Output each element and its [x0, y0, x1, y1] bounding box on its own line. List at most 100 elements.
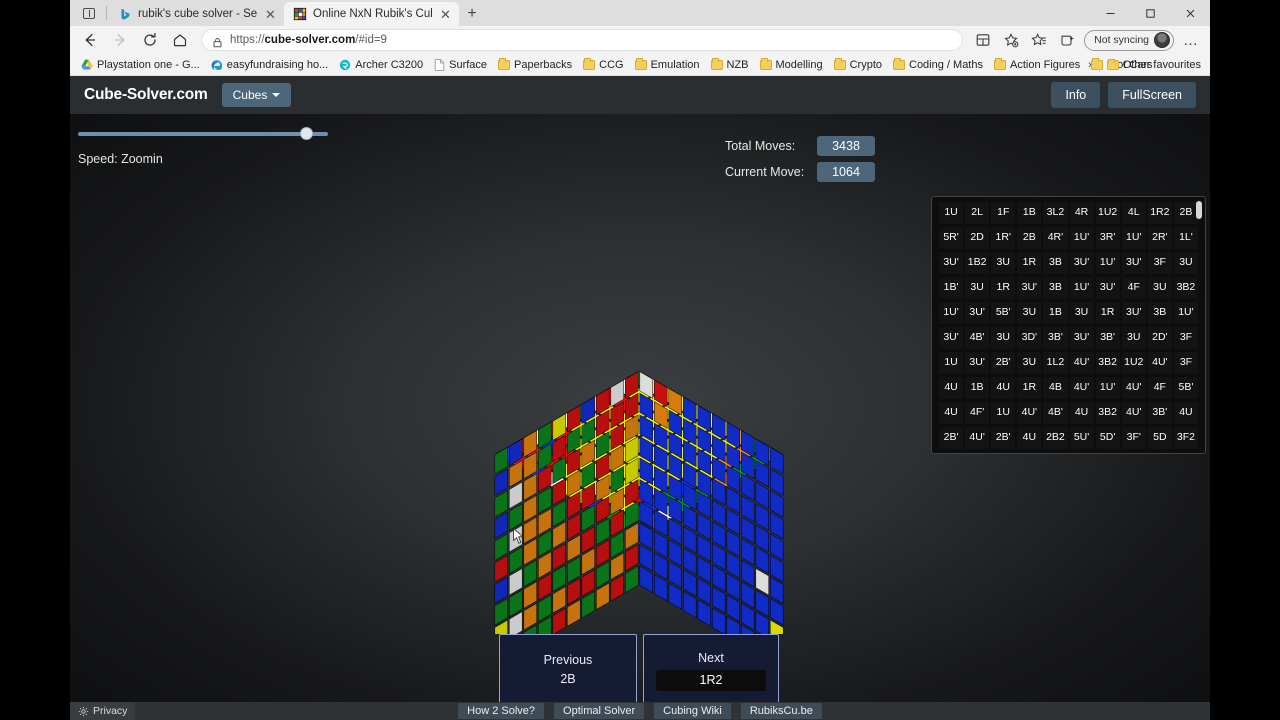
- profile-button[interactable]: Not syncing: [1084, 29, 1174, 51]
- move-cell[interactable]: 1U': [939, 302, 964, 324]
- back-button[interactable]: [76, 27, 104, 53]
- move-cell[interactable]: 3U': [939, 252, 964, 274]
- move-cell[interactable]: 4R': [1043, 227, 1068, 249]
- move-list-panel[interactable]: 1U 2L 1F 1B 3L2 4R 1U2 4L 1R2 2B 5R' 2D 1R' 2B 4R' 1U' 3…: [931, 196, 1206, 454]
- move-cell[interactable]: 3B': [1147, 402, 1172, 424]
- move-cell[interactable]: 1U': [1069, 277, 1094, 299]
- move-cell[interactable]: 4U': [1069, 377, 1094, 399]
- bookmark-folder[interactable]: NZB: [706, 58, 754, 72]
- move-cell[interactable]: 3B2: [1173, 277, 1198, 299]
- move-cell[interactable]: 1U: [939, 352, 964, 374]
- move-cell[interactable]: 3B2: [1095, 402, 1120, 424]
- bookmark-folder[interactable]: Action Figures: [989, 58, 1085, 72]
- move-cell[interactable]: 2R': [1147, 227, 1172, 249]
- move-cell[interactable]: 1B2: [965, 252, 990, 274]
- minimize-button[interactable]: [1090, 0, 1130, 26]
- bookmark-folder[interactable]: Modelling: [755, 58, 828, 72]
- reload-button[interactable]: [136, 27, 164, 53]
- footer-link-how-2-solve[interactable]: How 2 Solve?: [458, 703, 545, 719]
- move-cell[interactable]: 3U: [965, 277, 990, 299]
- move-cell[interactable]: 5D': [1095, 427, 1120, 449]
- move-cell[interactable]: 1U': [1095, 377, 1120, 399]
- info-button[interactable]: Info: [1051, 82, 1101, 108]
- move-cell[interactable]: 3U: [991, 252, 1016, 274]
- move-cell[interactable]: 3U: [1017, 302, 1042, 324]
- bookmark-folder[interactable]: Emulation: [630, 58, 705, 72]
- move-cell[interactable]: 3F: [1173, 327, 1198, 349]
- move-cell[interactable]: 1R2: [1147, 202, 1172, 224]
- move-cell[interactable]: 3B: [1147, 302, 1172, 324]
- move-cell[interactable]: 4B': [965, 327, 990, 349]
- move-cell[interactable]: 2B: [1173, 202, 1198, 224]
- move-cell[interactable]: 4U': [1069, 352, 1094, 374]
- move-cell[interactable]: 4B': [1043, 402, 1068, 424]
- bookmark-item[interactable]: Surface: [429, 58, 492, 72]
- move-cell[interactable]: 1U': [1069, 227, 1094, 249]
- speed-slider[interactable]: [78, 127, 328, 140]
- new-tab-button[interactable]: +: [459, 2, 485, 26]
- move-cell[interactable]: 1U: [939, 202, 964, 224]
- chevron-right-icon[interactable]: ›: [1083, 59, 1097, 71]
- move-list-scrollbar[interactable]: [1196, 201, 1202, 453]
- move-cell[interactable]: 4U: [1017, 427, 1042, 449]
- move-cell[interactable]: 3L2: [1043, 202, 1068, 224]
- move-cell[interactable]: 1U': [1121, 227, 1146, 249]
- move-cell[interactable]: 3B2: [1095, 352, 1120, 374]
- move-cell[interactable]: 5R': [939, 227, 964, 249]
- move-cell[interactable]: 3U: [1147, 277, 1172, 299]
- move-cell[interactable]: 5B': [991, 302, 1016, 324]
- move-cell[interactable]: 3U': [965, 302, 990, 324]
- close-button[interactable]: [1170, 0, 1210, 26]
- move-cell[interactable]: 3F: [1173, 352, 1198, 374]
- cubes-dropdown-button[interactable]: Cubes: [221, 83, 292, 107]
- move-cell[interactable]: 3B: [1043, 252, 1068, 274]
- bookmark-folder[interactable]: CCG: [578, 58, 628, 72]
- move-cell[interactable]: 4F: [1121, 277, 1146, 299]
- move-cell[interactable]: 4U: [1069, 402, 1094, 424]
- move-cell[interactable]: 1L2: [1043, 352, 1068, 374]
- move-cell[interactable]: 4B: [1043, 377, 1068, 399]
- move-cell[interactable]: 3B': [1043, 327, 1068, 349]
- move-cell[interactable]: 4U': [1121, 377, 1146, 399]
- move-cell[interactable]: 1F: [991, 202, 1016, 224]
- move-cell[interactable]: 3U': [1121, 252, 1146, 274]
- move-cell[interactable]: 5U': [1069, 427, 1094, 449]
- move-cell[interactable]: 2L: [965, 202, 990, 224]
- move-cell[interactable]: 3U': [1069, 327, 1094, 349]
- bookmark-folder[interactable]: Coding / Maths: [888, 58, 988, 72]
- home-button[interactable]: [166, 27, 194, 53]
- tab-close-icon[interactable]: ✕: [263, 7, 278, 22]
- move-cell[interactable]: 1U': [1173, 302, 1198, 324]
- footer-link-cubing-wiki[interactable]: Cubing Wiki: [654, 703, 731, 719]
- move-cell[interactable]: 3F': [1121, 427, 1146, 449]
- move-cell[interactable]: 1U2: [1095, 202, 1120, 224]
- move-cell[interactable]: 1U2: [1121, 352, 1146, 374]
- settings-more-icon[interactable]: …: [1178, 28, 1204, 52]
- move-cell[interactable]: 4U: [939, 402, 964, 424]
- move-cell[interactable]: 1B: [1017, 202, 1042, 224]
- move-cell[interactable]: 2B2: [1043, 427, 1068, 449]
- bookmark-folder[interactable]: Crypto: [829, 58, 887, 72]
- move-cell[interactable]: 3U': [1121, 302, 1146, 324]
- move-cell[interactable]: 5B': [1173, 377, 1198, 399]
- move-cell[interactable]: 4L: [1121, 202, 1146, 224]
- rubiks-cube-viewport[interactable]: [460, 304, 820, 634]
- move-cell[interactable]: 2B': [991, 352, 1016, 374]
- move-cell[interactable]: 2B': [991, 427, 1016, 449]
- address-bar[interactable]: https://cube-solver.com/#id=9: [201, 29, 964, 51]
- move-cell[interactable]: 3U: [1173, 252, 1198, 274]
- move-cell[interactable]: 3U': [939, 327, 964, 349]
- move-cell[interactable]: 4F': [965, 402, 990, 424]
- move-cell[interactable]: 4R: [1069, 202, 1094, 224]
- bookmark-item[interactable]: Archer C3200: [334, 58, 428, 72]
- favorites-icon[interactable]: [1026, 28, 1052, 52]
- move-cell[interactable]: 3U: [991, 327, 1016, 349]
- footer-link-rubikscu-be[interactable]: RubiksCu.be: [740, 703, 822, 719]
- move-cell[interactable]: 3B: [1043, 277, 1068, 299]
- previous-move-button[interactable]: Previous 2B: [499, 634, 637, 706]
- move-cell[interactable]: 2B': [939, 427, 964, 449]
- move-cell[interactable]: 4U: [939, 377, 964, 399]
- move-cell[interactable]: 1R: [1017, 377, 1042, 399]
- move-cell[interactable]: 3U': [1069, 252, 1094, 274]
- tab-close-icon[interactable]: ✕: [438, 7, 453, 22]
